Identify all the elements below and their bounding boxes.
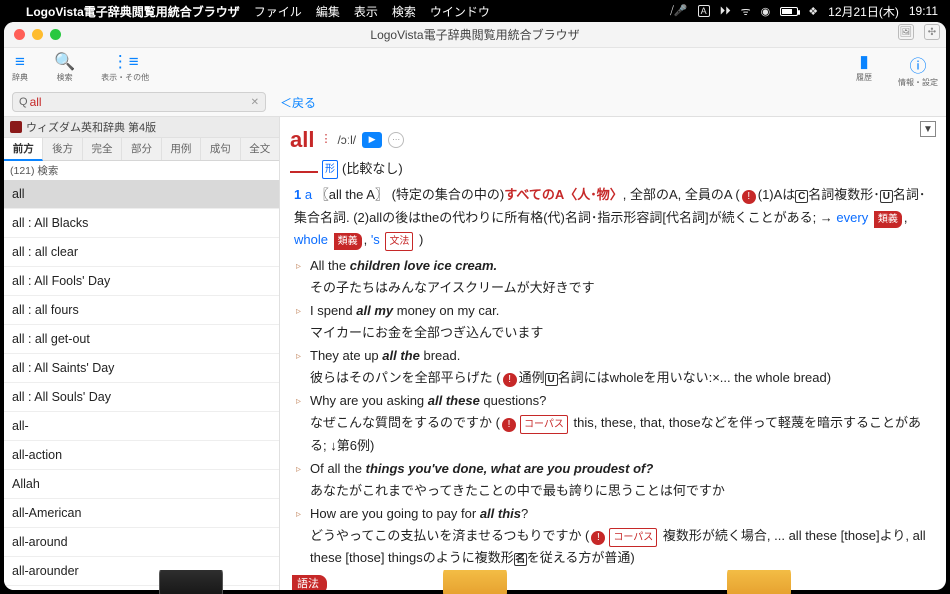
ime-icon[interactable]: A (698, 5, 710, 17)
app-name[interactable]: LogoVista電子辞典閲覧用統合ブラウザ (26, 3, 240, 20)
image-toggle-icon[interactable]: 🖼 (898, 24, 914, 40)
link-every[interactable]: every (836, 210, 868, 225)
tab-suffix[interactable]: 後方 (43, 138, 82, 160)
collapse-button[interactable]: ▼ (920, 121, 936, 137)
example: Why are you asking all these questions?な… (290, 390, 936, 456)
search-prefix: Q (19, 96, 28, 108)
dock-app-icon[interactable] (443, 570, 507, 594)
toolbar-history-button[interactable]: ▮履歴 (856, 52, 872, 88)
tab-exact[interactable]: 完全 (83, 138, 122, 160)
zoom-window-button[interactable] (50, 29, 61, 40)
extra-info-button[interactable]: ⋯ (388, 132, 404, 148)
entry-content[interactable]: all ⋮ /ɔːl/ ▶ ⋯ ▼ 形 (比較なし) 1 a 〖all the … (280, 117, 946, 590)
close-window-button[interactable] (14, 29, 25, 40)
toolbar: ≡辞典 🔍検索 ⋮≡表示・その他 ▮履歴 ⓘ情報・設定 (4, 48, 946, 88)
result-item[interactable]: all : all fours (4, 296, 279, 325)
sidebar: ウィズダム英和辞典 第4版 前方 後方 完全 部分 用例 成句 全文 (121)… (4, 117, 280, 590)
toolbar-dict-button[interactable]: ≡辞典 (12, 52, 28, 88)
wifi-icon[interactable]: ᯤ (741, 4, 751, 19)
sense-block: 1 a 〖all the A〗 (特定の集合の中の)すべてのA〈人･物〉, 全部… (290, 184, 936, 250)
clear-search-button[interactable]: ✕ (251, 97, 259, 108)
back-button[interactable]: ＜戻る (280, 94, 316, 111)
result-item[interactable]: all : All Blacks (4, 209, 279, 238)
result-item[interactable]: all-action (4, 441, 279, 470)
toolbar-view-button[interactable]: ⋮≡表示・その他 (101, 52, 149, 88)
example: All the children love ice cream.その子たちはみん… (290, 255, 936, 299)
menu-edit[interactable]: 編集 (316, 3, 340, 20)
menu-window[interactable]: ウインドウ (430, 3, 490, 20)
result-count: (121) 検索 (4, 161, 279, 180)
tab-example[interactable]: 用例 (162, 138, 201, 160)
mic-mute-icon[interactable]: ⧸🎤 (670, 4, 687, 18)
separator-icon: ⋮ (320, 130, 331, 149)
menubar-date[interactable]: 12月21日(木) (828, 3, 899, 20)
result-item[interactable]: all : All Fools' Day (4, 267, 279, 296)
dock-app-icon[interactable] (159, 570, 223, 594)
menu-search[interactable]: 検索 (392, 3, 416, 20)
result-item[interactable]: all-American (4, 499, 279, 528)
titlebar: LogoVista電子辞典閲覧用統合ブラウザ (4, 22, 946, 48)
columns-icon: ⋮≡ (112, 52, 139, 72)
divider (290, 171, 318, 173)
toolbar-search-button[interactable]: 🔍検索 (54, 52, 75, 88)
search-box[interactable]: Q ✕ (12, 92, 266, 112)
dictionary-icon (10, 121, 22, 133)
synonym-tag[interactable]: 類義 (334, 233, 362, 250)
search-input[interactable] (30, 95, 251, 109)
search-icon: 🔍 (54, 52, 75, 72)
display-icon[interactable]: ⏵⏵ (720, 5, 731, 18)
pronunciation: /ɔːl/ (337, 130, 356, 150)
tab-prefix[interactable]: 前方 (4, 138, 43, 161)
synonym-tag[interactable]: 類義 (874, 211, 902, 228)
play-audio-button[interactable]: ▶ (362, 132, 382, 148)
window-title: LogoVista電子辞典閲覧用統合ブラウザ (4, 26, 946, 43)
result-item[interactable]: all : All Souls' Day (4, 383, 279, 412)
app-window: LogoVista電子辞典閲覧用統合ブラウザ ≡辞典 🔍検索 ⋮≡表示・その他 … (4, 22, 946, 590)
note-icon[interactable]: ! (742, 190, 756, 204)
list-icon: ≡ (15, 52, 25, 72)
grammar-tag[interactable]: 文法 (385, 232, 413, 251)
toolbar-info-button[interactable]: ⓘ情報・設定 (898, 52, 938, 88)
result-item[interactable]: all (4, 180, 279, 209)
menubar-time[interactable]: 19:11 (909, 4, 938, 18)
tab-fulltext[interactable]: 全文 (241, 138, 279, 160)
user-icon[interactable]: ◉ (761, 5, 771, 18)
link-whole[interactable]: whole (294, 232, 328, 247)
result-item[interactable]: all : all get-out (4, 325, 279, 354)
example: Of all the things you've done, what are … (290, 458, 936, 502)
menu-view[interactable]: 表示 (354, 3, 378, 20)
dock-app-icon[interactable] (727, 570, 791, 594)
search-mode-tabs: 前方 後方 完全 部分 用例 成句 全文 (4, 138, 279, 161)
pos-note: (比較なし) (342, 158, 403, 180)
result-list[interactable]: allall : All Blacksall : all clearall : … (4, 180, 279, 590)
battery-icon[interactable] (780, 7, 798, 16)
menu-file[interactable]: ファイル (254, 3, 302, 20)
settings-icon[interactable]: ✣ (924, 24, 940, 40)
dictionary-header[interactable]: ウィズダム英和辞典 第4版 (4, 117, 279, 138)
example: How are you going to pay for all this?どう… (290, 503, 936, 569)
link-s[interactable]: 's (371, 232, 380, 247)
example: They ate up all the bread.彼らはそのパンを全部平らげた… (290, 345, 936, 389)
tab-idiom[interactable]: 成句 (201, 138, 240, 160)
result-item[interactable]: all : All Saints' Day (4, 354, 279, 383)
example: I spend all my money on my car.マイカーにお金を全… (290, 300, 936, 344)
result-item[interactable]: all- (4, 412, 279, 441)
tab-partial[interactable]: 部分 (122, 138, 161, 160)
control-center-icon[interactable]: ❖ (808, 5, 818, 18)
pos-badge: 形 (322, 160, 338, 179)
bookmark-icon: ▮ (859, 52, 868, 72)
info-icon: ⓘ (910, 52, 927, 77)
result-item[interactable]: all : all clear (4, 238, 279, 267)
result-item[interactable]: Allah (4, 470, 279, 499)
headword: all (290, 121, 314, 158)
dock (0, 570, 950, 594)
result-item[interactable]: all-around (4, 528, 279, 557)
minimize-window-button[interactable] (32, 29, 43, 40)
